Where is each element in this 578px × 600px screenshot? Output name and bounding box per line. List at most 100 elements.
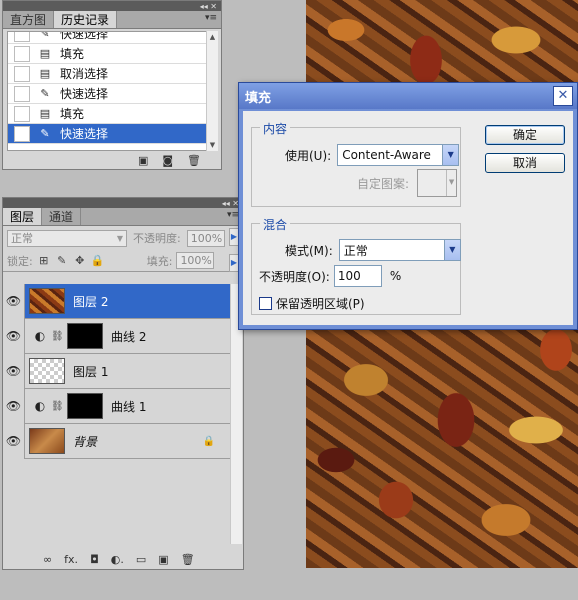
fill-field[interactable]: 100% xyxy=(176,252,215,269)
dialog-title: 填充 xyxy=(245,90,272,106)
opacity-input[interactable]: 100 xyxy=(333,265,382,287)
opacity-label: 不透明度(O): xyxy=(259,269,330,284)
history-item-label: 快速选择 xyxy=(60,127,109,141)
layer-name: 曲线 1 xyxy=(111,399,147,414)
layer-name: 图层 1 xyxy=(73,364,109,379)
use-value: Content-Aware xyxy=(342,148,431,162)
use-select[interactable]: Content-Aware ▼ xyxy=(337,144,460,166)
fill-value: 100% xyxy=(180,254,212,267)
tab-histogram[interactable]: 直方图 xyxy=(3,11,55,28)
tab-history[interactable]: 历史记录 xyxy=(54,11,118,28)
preserve-transparency-label[interactable]: 保留透明区域(P) xyxy=(276,295,365,312)
lock-all-icon[interactable]: 🔒 xyxy=(91,254,105,268)
history-item[interactable]: ✎ 快速选择 xyxy=(8,31,208,44)
link-chain-icon[interactable]: ⛓ xyxy=(51,401,64,412)
mode-row: 模式(M): 正常 ▼ xyxy=(285,239,461,261)
use-row: 使用(U): Content-Aware ▼ xyxy=(285,144,460,166)
mode-label: 模式(M): xyxy=(285,243,333,258)
quick-select-brush-icon: ✎ xyxy=(40,126,50,140)
layer-mask-thumbnail[interactable] xyxy=(67,323,103,349)
layer-name: 背景 xyxy=(73,434,98,449)
history-item-selected[interactable]: ✎ 快速选择 xyxy=(8,124,208,144)
blending-group-label: 混合 xyxy=(260,216,291,233)
dialog-titlebar[interactable]: 填充 ✕ xyxy=(239,83,577,109)
snapshot-source-checkbox[interactable] xyxy=(14,32,30,42)
lock-position-icon[interactable]: ✥ xyxy=(73,254,87,268)
cancel-button[interactable]: 取消 xyxy=(485,153,565,173)
close-icon[interactable]: ✕ xyxy=(553,86,573,106)
history-item-label: 快速选择 xyxy=(60,87,109,101)
dialog-body: 内容 使用(U): Content-Aware ▼ 自定图案: ▼ 混合 模式(… xyxy=(243,111,573,325)
mode-select[interactable]: 正常 ▼ xyxy=(338,239,461,261)
link-chain-icon[interactable]: ⛓ xyxy=(51,331,64,342)
lock-transparency-icon[interactable]: ⊞ xyxy=(37,254,51,268)
layer-thumbnail xyxy=(29,358,65,384)
blend-row: 正常 ▼ 不透明度: 100% xyxy=(3,226,243,250)
panel-collapse-bar[interactable]: ◂◂ ✕ xyxy=(3,198,243,208)
preserve-transparency-checkbox[interactable] xyxy=(259,297,272,310)
history-panel: ◂◂ ✕ 直方图 历史记录 ▾≡ ✎ 快速选择 ▤ 填充 ▤ 取消选择 ✎ 快速… xyxy=(2,0,222,170)
new-document-from-state-icon[interactable]: ▣ xyxy=(138,154,148,167)
opacity-field[interactable]: 100% xyxy=(186,229,225,247)
tab-layers[interactable]: 图层 xyxy=(3,208,43,225)
new-adjustment-layer-icon[interactable]: ◐. xyxy=(111,553,124,566)
new-group-folder-icon[interactable]: ▭ xyxy=(136,553,146,566)
history-item[interactable]: ✎ 快速选择 xyxy=(8,84,208,104)
layer-style-fx-icon[interactable]: fx. xyxy=(64,553,78,566)
chevron-down-icon: ▼ xyxy=(116,233,123,243)
tab-channels[interactable]: 通道 xyxy=(42,208,82,225)
new-layer-icon[interactable]: ▣ xyxy=(158,553,168,566)
eye-icon[interactable]: 👁 xyxy=(3,283,25,319)
add-mask-icon[interactable]: ◘ xyxy=(90,553,99,566)
preserve-row: 保留透明区域(P) xyxy=(259,295,365,312)
custom-pattern-picker[interactable]: ▼ xyxy=(417,169,458,197)
eye-icon[interactable]: 👁 xyxy=(3,388,25,424)
panel-menu-icon[interactable]: ▾≡ xyxy=(205,13,217,23)
link-layers-icon[interactable]: ∞ xyxy=(43,553,52,566)
snapshot-source-checkbox[interactable] xyxy=(14,125,30,142)
history-item[interactable]: ▤ 填充 xyxy=(8,44,208,64)
trash-icon[interactable]: 🗑 xyxy=(187,154,201,167)
history-item-label: 填充 xyxy=(60,107,85,121)
eye-icon[interactable]: 👁 xyxy=(3,318,25,354)
eye-icon[interactable]: 👁 xyxy=(3,353,25,389)
lock-row: 锁定: ⊞ ✎ ✥ 🔒 填充: 100% xyxy=(3,250,243,272)
layer-row[interactable]: 👁 ◐ ⛓ 曲线 1 xyxy=(3,388,231,424)
snapshot-source-checkbox[interactable] xyxy=(14,45,30,62)
opacity-value: 100 xyxy=(337,269,361,283)
panel-collapse-bar[interactable]: ◂◂ ✕ xyxy=(3,1,221,11)
mode-value: 正常 xyxy=(343,243,368,258)
eye-icon[interactable]: 👁 xyxy=(3,423,25,459)
snapshot-source-checkbox[interactable] xyxy=(14,105,30,122)
opacity-label: 不透明度: xyxy=(133,232,181,245)
layer-name: 曲线 2 xyxy=(111,329,147,344)
use-label: 使用(U): xyxy=(285,148,332,163)
new-snapshot-icon[interactable]: ◙ xyxy=(162,154,173,167)
blend-mode-select[interactable]: 正常 ▼ xyxy=(7,229,127,247)
scroll-up-icon[interactable]: ▲ xyxy=(207,31,218,43)
curves-adjustment-icon: ◐ xyxy=(34,329,46,343)
lock-paint-brush-icon[interactable]: ✎ xyxy=(55,254,69,268)
trash-icon[interactable]: 🗑 xyxy=(181,553,195,566)
layers-footer: ∞ fx. ◘ ◐. ▭ ▣ 🗑 xyxy=(43,553,195,566)
snapshot-source-checkbox[interactable] xyxy=(14,65,30,82)
fill-label: 填充: xyxy=(146,254,173,268)
layer-row[interactable]: 👁 图层 2 xyxy=(3,283,231,319)
chevron-down-icon: ▼ xyxy=(446,170,456,196)
layer-row[interactable]: 👁 图层 1 xyxy=(3,353,231,389)
history-item-label: 快速选择 xyxy=(60,31,109,41)
layer-mask-thumbnail[interactable] xyxy=(67,393,103,419)
layer-row[interactable]: 👁 背景 🔒 xyxy=(3,423,231,459)
history-scrollbar[interactable]: ▲ ▼ xyxy=(206,31,218,151)
layer-row[interactable]: 👁 ◐ ⛓ 曲线 2 xyxy=(3,318,231,354)
history-item[interactable]: ▤ 取消选择 xyxy=(8,64,208,84)
scroll-down-icon[interactable]: ▼ xyxy=(207,139,218,151)
history-item-label: 填充 xyxy=(60,47,85,61)
layer-name: 图层 2 xyxy=(73,294,109,309)
ok-button[interactable]: 确定 xyxy=(485,125,565,145)
history-item[interactable]: ▤ 填充 xyxy=(8,104,208,124)
snapshot-source-checkbox[interactable] xyxy=(14,85,30,102)
chevron-down-icon: ▼ xyxy=(442,145,459,165)
chevron-down-icon: ▼ xyxy=(443,240,460,260)
history-tabs: 直方图 历史记录 ▾≡ xyxy=(3,11,221,29)
